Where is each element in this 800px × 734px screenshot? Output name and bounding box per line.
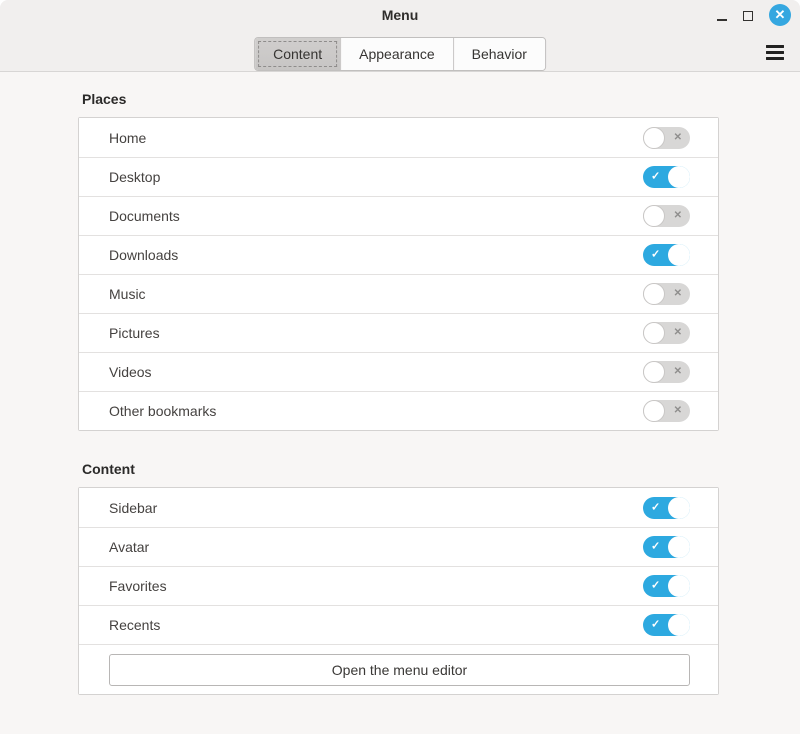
toggle-switch[interactable]: ✓ — [643, 575, 690, 597]
x-icon: ✕ — [674, 406, 682, 416]
settings-row: Music ✕ — [79, 274, 718, 313]
hamburger-menu-icon[interactable] — [766, 45, 784, 60]
check-icon: ✓ — [651, 581, 660, 592]
x-icon: ✕ — [674, 367, 682, 377]
main-content: Places Home ✕ Desktop ✓ Documents ✕ Downloads ✓… — [0, 72, 800, 695]
minimize-button[interactable] — [717, 10, 727, 21]
row-label: Avatar — [109, 539, 149, 555]
toggle-switch[interactable]: ✓ — [643, 244, 690, 266]
row-label: Downloads — [109, 247, 178, 263]
window-header: Menu ✕ Content Appearance Behavior — [0, 0, 800, 72]
settings-row: Home ✕ — [79, 118, 718, 157]
toggle-knob — [668, 575, 690, 597]
section-places: Places Home ✕ Desktop ✓ Documents ✕ Downloads ✓… — [78, 91, 719, 431]
tab-content[interactable]: Content — [255, 38, 340, 70]
row-label: Home — [109, 130, 146, 146]
settings-row: Other bookmarks ✕ — [79, 391, 718, 430]
settings-row: Recents ✓ — [79, 605, 718, 644]
row-label: Other bookmarks — [109, 403, 216, 419]
close-icon: ✕ — [775, 4, 786, 26]
settings-row: Pictures ✕ — [79, 313, 718, 352]
toggle-knob — [643, 127, 665, 149]
close-button[interactable]: ✕ — [769, 4, 791, 26]
toggle-switch[interactable]: ✕ — [643, 400, 690, 422]
toggle-knob — [668, 497, 690, 519]
toggle-switch[interactable]: ✕ — [643, 361, 690, 383]
settings-window: Menu ✕ Content Appearance Behavior Place… — [0, 0, 800, 734]
settings-row: Sidebar ✓ — [79, 488, 718, 527]
row-label: Videos — [109, 364, 152, 380]
titlebar[interactable]: Menu ✕ — [0, 0, 800, 30]
maximize-button[interactable] — [743, 10, 753, 21]
section-heading: Places — [82, 91, 719, 107]
toggle-knob — [668, 536, 690, 558]
content-list: Sidebar ✓ Avatar ✓ Favorites ✓ Recents ✓ Open th… — [78, 487, 719, 695]
row-label: Pictures — [109, 325, 160, 341]
settings-row: Favorites ✓ — [79, 566, 718, 605]
check-icon: ✓ — [651, 542, 660, 553]
toggle-knob — [668, 244, 690, 266]
x-icon: ✕ — [674, 328, 682, 338]
settings-row: Avatar ✓ — [79, 527, 718, 566]
settings-row: Desktop ✓ — [79, 157, 718, 196]
toggle-switch[interactable]: ✕ — [643, 205, 690, 227]
check-icon: ✓ — [651, 172, 660, 183]
x-icon: ✕ — [674, 289, 682, 299]
minimize-icon — [717, 19, 727, 21]
row-label: Favorites — [109, 578, 167, 594]
button-row: Open the menu editor — [79, 644, 718, 694]
toggle-switch[interactable]: ✓ — [643, 166, 690, 188]
toggle-switch[interactable]: ✓ — [643, 536, 690, 558]
tab-appearance[interactable]: Appearance — [340, 38, 453, 70]
row-label: Documents — [109, 208, 180, 224]
check-icon: ✓ — [651, 250, 660, 261]
toggle-knob — [668, 166, 690, 188]
toggle-knob — [643, 283, 665, 305]
settings-row: Videos ✕ — [79, 352, 718, 391]
toggle-knob — [668, 614, 690, 636]
open-menu-editor-button[interactable]: Open the menu editor — [109, 654, 690, 686]
row-label: Desktop — [109, 169, 160, 185]
toggle-knob — [643, 205, 665, 227]
places-list: Home✕Desktop✓Documents✕Downloads✓Music✕P… — [78, 117, 719, 431]
toggle-switch[interactable]: ✓ — [643, 497, 690, 519]
toggle-switch[interactable]: ✕ — [643, 127, 690, 149]
tab-group: Content Appearance Behavior — [254, 37, 546, 71]
toggle-switch[interactable]: ✕ — [643, 322, 690, 344]
check-icon: ✓ — [651, 620, 660, 631]
x-icon: ✕ — [674, 211, 682, 221]
window-controls: ✕ — [717, 0, 791, 30]
window-title: Menu — [0, 7, 800, 23]
check-icon: ✓ — [651, 502, 660, 513]
maximize-icon — [743, 11, 753, 21]
toggle-switch[interactable]: ✓ — [643, 614, 690, 636]
toggle-switch[interactable]: ✕ — [643, 283, 690, 305]
section-heading: Content — [82, 461, 719, 477]
row-label: Sidebar — [109, 500, 157, 516]
toggle-knob — [643, 322, 665, 344]
x-icon: ✕ — [674, 133, 682, 143]
row-label: Music — [109, 286, 146, 302]
settings-row: Documents ✕ — [79, 196, 718, 235]
row-label: Recents — [109, 617, 160, 633]
settings-row: Downloads ✓ — [79, 235, 718, 274]
toggle-knob — [643, 400, 665, 422]
section-content: Content Sidebar✓Avatar✓Favorites✓Recents… — [78, 461, 719, 695]
tab-behavior[interactable]: Behavior — [453, 38, 545, 70]
toggle-knob — [643, 361, 665, 383]
